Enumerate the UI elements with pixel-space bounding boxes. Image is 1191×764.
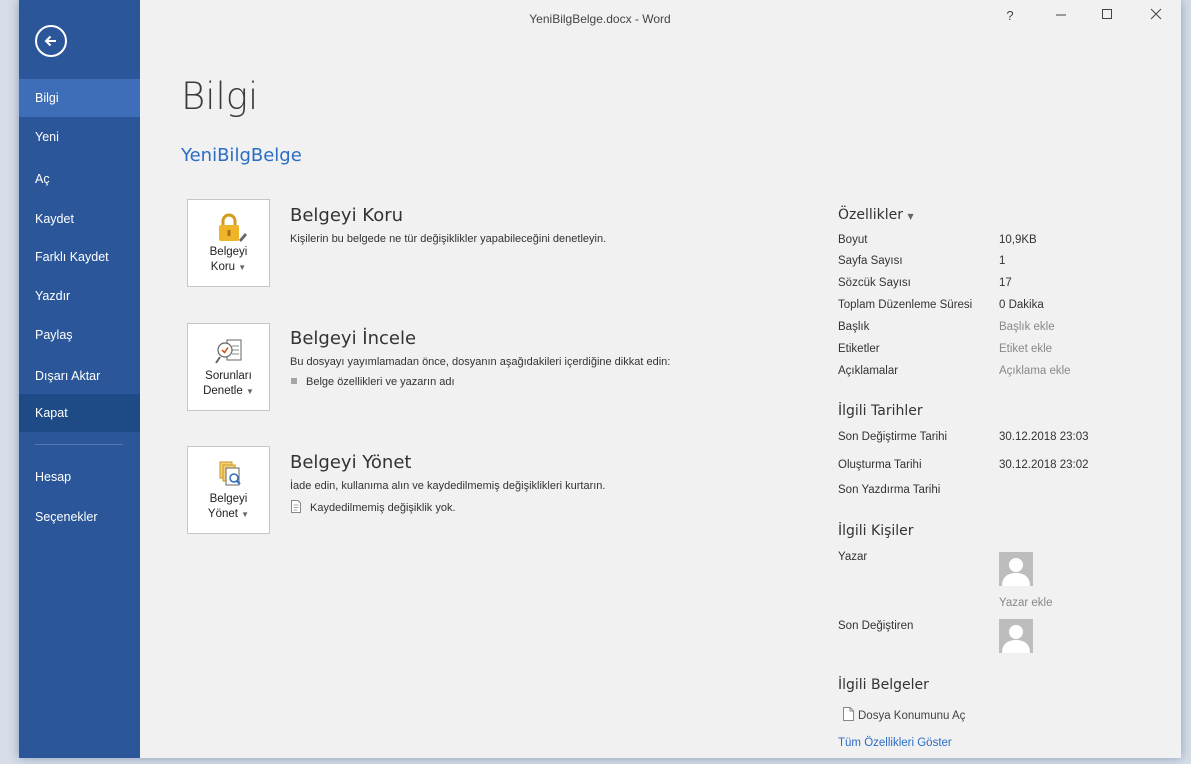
protect-button-label: Belgeyi Koru ▼ <box>188 245 269 275</box>
property-value: 17 <box>999 277 1012 289</box>
manage-label-line2: Yönet <box>207 508 238 520</box>
manage-document-icon <box>219 461 241 486</box>
property-label: Toplam Düzenleme Süresi <box>838 299 973 311</box>
check-issues-button-label: Sorunları Denetle ▼ <box>188 369 269 399</box>
backstage-sidebar: Bilgi Yeni Aç Kaydet Farklı Kaydet Yazdı… <box>19 0 140 758</box>
date-label: Oluşturma Tarihi <box>838 459 922 471</box>
author-label: Yazar <box>838 551 868 563</box>
open-file-location-link[interactable]: Dosya Konumunu Aç <box>843 707 965 722</box>
protect-section-title: Belgeyi Koru <box>290 205 404 226</box>
inspect-item-text: Belge özellikleri ve yazarın adı <box>306 376 455 388</box>
check-issues-label-line2: Denetle <box>203 385 243 397</box>
minimize-icon <box>1056 14 1066 16</box>
nav-item-export[interactable]: Dışarı Aktar <box>19 357 140 395</box>
person-icon <box>1002 625 1030 653</box>
manage-section-title: Belgeyi Yönet <box>290 452 412 473</box>
add-tag-field[interactable]: Etiket ekle <box>999 343 1052 355</box>
help-button[interactable]: ? <box>997 6 1023 26</box>
date-label: Son Yazdırma Tarihi <box>838 484 941 496</box>
property-label: Başlık <box>838 321 870 333</box>
lock-icon <box>219 213 247 242</box>
maximize-icon <box>1102 9 1112 19</box>
word-window: Bilgi Yeni Aç Kaydet Farklı Kaydet Yazdı… <box>19 0 1181 758</box>
property-label: Sözcük Sayısı <box>838 277 911 289</box>
file-icon <box>843 707 854 721</box>
back-arrow-icon <box>44 35 56 47</box>
manage-button-label: Belgeyi Yönet ▼ <box>188 492 269 522</box>
properties-header[interactable]: Özellikler ▼ <box>838 207 914 223</box>
properties-header-text: Özellikler <box>838 207 904 223</box>
manage-label-line1: Belgeyi <box>209 493 248 505</box>
inspect-section-desc: Bu dosyayı yayımlamadan önce, dosyanın a… <box>290 356 671 368</box>
manage-section-desc: İade edin, kullanıma alın ve kaydedilmem… <box>290 480 606 492</box>
related-documents-header: İlgili Belgeler <box>838 677 929 693</box>
add-comment-field[interactable]: Açıklama ekle <box>999 365 1071 377</box>
property-label: Boyut <box>838 234 868 246</box>
protect-button-label-line2: Koru <box>210 261 236 273</box>
help-icon: ? <box>1006 8 1014 23</box>
date-label: Son Değiştirme Tarihi <box>838 431 948 443</box>
document-icon <box>291 500 301 513</box>
person-icon <box>1002 558 1030 586</box>
author-avatar[interactable] <box>999 552 1033 586</box>
nav-item-open[interactable]: Aç <box>19 160 140 198</box>
nav-separator <box>35 444 123 445</box>
show-all-properties-link[interactable]: Tüm Özellikleri Göster <box>838 737 952 749</box>
nav-item-close[interactable]: Kapat <box>19 394 140 432</box>
protect-button-label-line1: Belgeyi <box>209 246 248 258</box>
related-people-header: İlgili Kişiler <box>838 523 914 539</box>
back-button[interactable] <box>35 25 67 57</box>
close-icon <box>1150 8 1162 20</box>
property-value: 0 Dakika <box>999 299 1044 311</box>
manage-item: Kaydedilmemiş değişiklik yok. <box>290 500 456 514</box>
manage-document-button[interactable]: Belgeyi Yönet ▼ <box>187 446 270 534</box>
inspect-item: Belge özellikleri ve yazarın adı <box>290 376 455 388</box>
open-file-location-text: Dosya Konumunu Aç <box>858 710 966 722</box>
minimize-button[interactable] <box>1048 6 1074 26</box>
nav-item-share[interactable]: Paylaş <box>19 316 140 354</box>
chevron-down-icon: ▼ <box>907 212 914 221</box>
nav-item-save[interactable]: Kaydet <box>19 200 140 238</box>
date-value: 30.12.2018 23:02 <box>999 459 1089 471</box>
property-label: Sayfa Sayısı <box>838 255 903 267</box>
bullet-icon <box>291 378 297 384</box>
manage-item-text: Kaydedilmemiş değişiklik yok. <box>310 502 456 514</box>
inspect-section-title: Belgeyi İncele <box>290 328 417 349</box>
last-modified-by-label: Son Değiştiren <box>838 620 914 632</box>
property-value: 10,9KB <box>999 234 1037 246</box>
inspect-document-icon <box>215 339 242 364</box>
add-author-link[interactable]: Yazar ekle <box>999 597 1052 609</box>
chevron-down-icon: ▼ <box>245 387 254 396</box>
check-issues-label-line1: Sorunları <box>205 370 252 382</box>
last-modified-by-avatar[interactable] <box>999 619 1033 653</box>
property-label: Açıklamalar <box>838 365 899 377</box>
nav-item-options[interactable]: Seçenekler <box>19 498 140 536</box>
maximize-button[interactable] <box>1094 6 1120 26</box>
check-for-issues-button[interactable]: Sorunları Denetle ▼ <box>187 323 270 411</box>
related-dates-header: İlgili Tarihler <box>838 403 923 419</box>
nav-item-print[interactable]: Yazdır <box>19 277 140 315</box>
chevron-down-icon: ▼ <box>241 510 250 519</box>
date-value: 30.12.2018 23:03 <box>999 431 1089 443</box>
page-title: Bilgi <box>181 75 259 118</box>
property-value: 1 <box>999 255 1006 267</box>
nav-item-info[interactable]: Bilgi <box>19 79 140 117</box>
protect-document-button[interactable]: Belgeyi Koru ▼ <box>187 199 270 287</box>
chevron-down-icon: ▼ <box>238 263 247 272</box>
document-name: YeniBilgBelge <box>181 145 302 166</box>
close-window-button[interactable] <box>1143 6 1169 26</box>
nav-item-account[interactable]: Hesap <box>19 458 140 496</box>
nav-item-save-as[interactable]: Farklı Kaydet <box>19 238 140 276</box>
property-label: Etiketler <box>838 343 880 355</box>
nav-item-new[interactable]: Yeni <box>19 118 140 156</box>
add-title-field[interactable]: Başlık ekle <box>999 321 1055 333</box>
protect-section-desc: Kişilerin bu belgede ne tür değişiklikle… <box>290 233 607 245</box>
